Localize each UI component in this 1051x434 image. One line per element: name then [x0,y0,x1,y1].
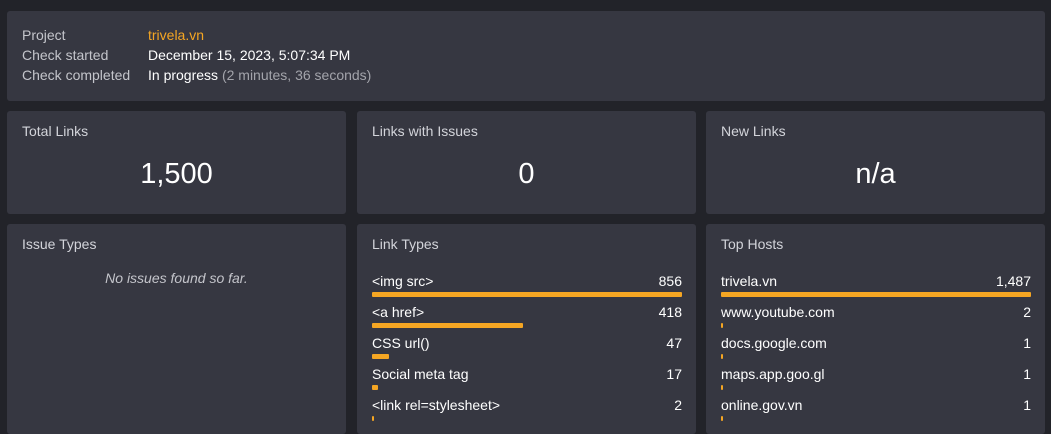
host-bar [721,323,723,328]
project-link[interactable]: trivela.vn [148,25,204,45]
total-links-card[interactable]: Total Links 1,500 [7,111,346,214]
link-type-count: 17 [666,366,682,382]
host-count: 1,487 [995,273,1031,289]
host-name: docs.google.com [721,335,827,351]
link-type-name: Social meta tag [372,366,469,382]
issue-types-panel: Issue Types No issues found so far. [7,224,346,434]
host-row[interactable]: trivela.vn 1,487 [721,273,1031,304]
links-with-issues-title: Links with Issues [372,123,478,139]
link-type-bar [372,354,390,359]
link-type-row[interactable]: <img src> 856 [372,273,682,304]
link-type-count: 418 [658,304,682,320]
link-type-row[interactable]: <a href> 418 [372,304,682,335]
host-row[interactable]: maps.app.goo.gl 1 [721,366,1031,397]
project-label: Project [22,27,66,43]
issue-types-title: Issue Types [22,236,97,252]
new-links-title: New Links [721,123,786,139]
host-count: 2 [1023,304,1031,320]
link-type-row[interactable]: Social meta tag 17 [372,366,682,397]
link-type-count: 856 [658,273,682,289]
link-type-count: 2 [674,397,682,413]
host-count: 1 [1023,366,1031,382]
new-links-card[interactable]: New Links n/a [706,111,1045,214]
link-type-row[interactable]: CSS url() 47 [372,335,682,366]
link-type-row[interactable]: <link rel=stylesheet> 2 [372,397,682,428]
host-name: maps.app.goo.gl [721,366,825,382]
host-name: trivela.vn [721,273,778,289]
check-started-value: December 15, 2023, 5:07:34 PM [148,47,351,63]
link-type-name: <a href> [372,304,425,320]
links-with-issues-card[interactable]: Links with Issues 0 [357,111,696,214]
check-status: In progress [148,67,219,83]
host-row[interactable]: docs.google.com 1 [721,335,1031,366]
host-bar [721,354,723,359]
total-links-value: 1,500 [140,158,213,190]
top-hosts-title: Top Hosts [721,236,784,252]
host-row[interactable]: online.gov.vn 1 [721,397,1031,428]
host-count: 1 [1023,397,1031,413]
host-name: online.gov.vn [721,397,803,413]
host-name: www.youtube.com [721,304,835,320]
check-info-panel: Project trivela.vn Check started Decembe… [7,11,1045,101]
host-row[interactable]: www.youtube.com 2 [721,304,1031,335]
link-types-title: Link Types [372,236,439,252]
check-completed-label: Check completed [22,67,131,83]
no-issues-message: No issues found so far. [105,270,248,286]
check-duration: (2 minutes, 36 seconds) [221,67,372,83]
link-type-count: 47 [666,335,682,351]
host-count: 1 [1023,335,1031,351]
link-types-list: <img src> 856 <a href> 418 CSS url() 47 … [372,273,682,428]
top-hosts-list: trivela.vn 1,487 www.youtube.com 2 docs.… [721,273,1031,428]
host-bar [721,292,1031,297]
link-types-panel: Link Types <img src> 856 <a href> 418 CS… [357,224,696,434]
link-type-name: CSS url() [372,335,430,351]
total-links-title: Total Links [22,123,89,139]
host-bar [721,416,723,421]
link-type-bar [372,385,379,390]
link-type-bar [372,416,374,421]
link-type-name: <link rel=stylesheet> [372,397,501,413]
check-started-label: Check started [22,47,109,63]
link-type-bar [372,292,682,297]
top-hosts-panel: Top Hosts trivela.vn 1,487 www.youtube.c… [706,224,1045,434]
host-bar [721,385,723,390]
link-type-name: <img src> [372,273,434,289]
new-links-value: n/a [855,158,896,190]
links-with-issues-value: 0 [518,158,535,190]
check-completed-value: In progress (2 minutes, 36 seconds) [148,65,371,85]
link-type-bar [372,323,524,328]
